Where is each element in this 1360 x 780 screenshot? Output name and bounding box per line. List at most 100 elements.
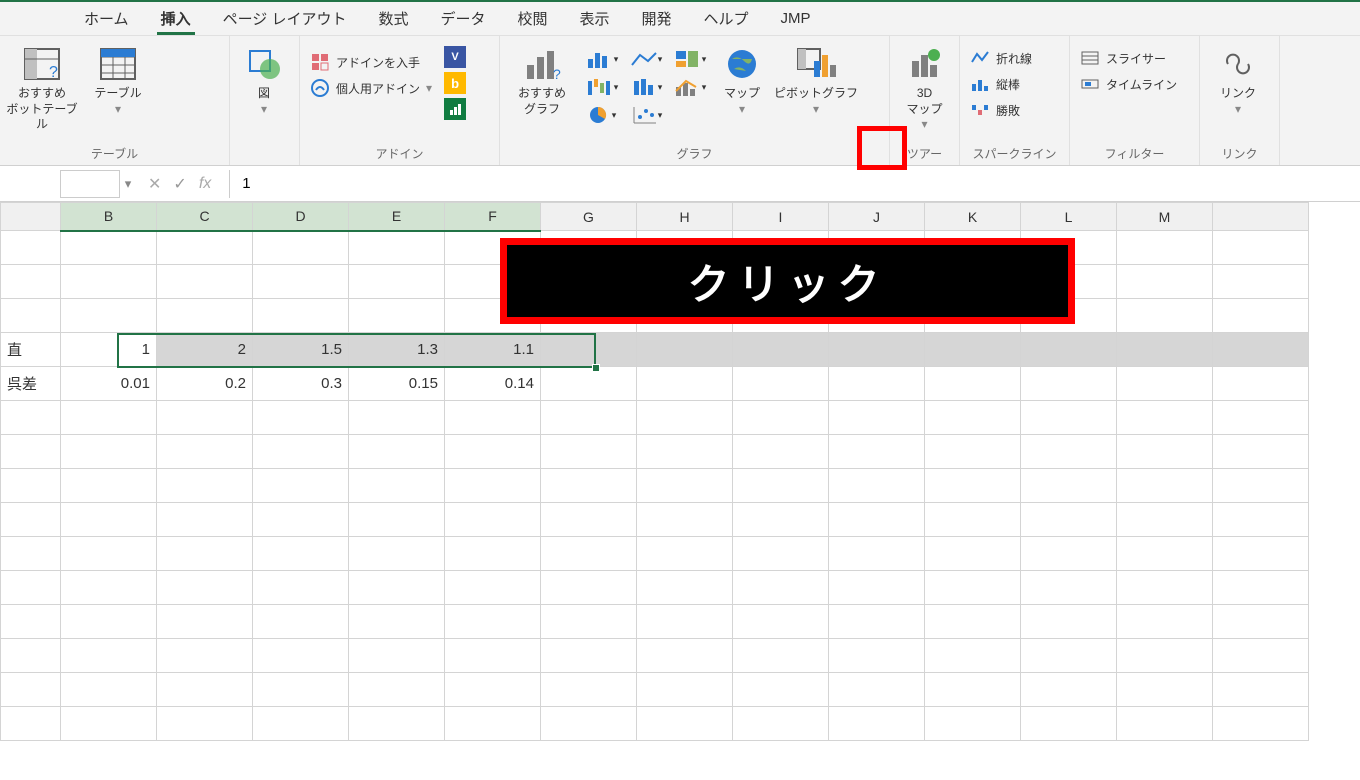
sparkline-winloss-button[interactable]: 勝敗 <box>970 98 1032 122</box>
group-sparklines-label: スパークライン <box>966 145 1063 163</box>
pivotchart-button[interactable]: ピボットグラフ ▾ <box>774 42 858 119</box>
tab-pagelayout[interactable]: ページ レイアウト <box>209 4 361 33</box>
statistic-chart-button[interactable]: ▾ <box>626 74 666 100</box>
col-header-D[interactable]: D <box>253 203 349 231</box>
my-addins-button[interactable]: 個人用アドイン ▾ <box>310 76 432 100</box>
tab-home[interactable]: ホーム <box>70 4 143 33</box>
scatter-chart-button[interactable]: ▾ <box>626 102 666 128</box>
svg-text:?: ? <box>49 64 58 81</box>
link-button[interactable]: リンク ▾ <box>1206 42 1270 119</box>
fx-button[interactable]: fx <box>199 175 211 193</box>
cell[interactable]: 0.2 <box>157 367 253 401</box>
col-header-K[interactable]: K <box>925 203 1021 231</box>
sparkline-winloss-icon <box>970 100 990 120</box>
cell[interactable]: 2 <box>157 333 253 367</box>
cell[interactable]: 0.3 <box>253 367 349 401</box>
recommended-charts-icon: ? <box>523 44 561 84</box>
map-icon <box>724 44 760 84</box>
illustrations-button[interactable]: 図 ▾ <box>236 42 292 119</box>
recommended-charts-label: おすすめ グラフ <box>518 86 566 117</box>
col-header-A[interactable] <box>1 203 61 231</box>
cell[interactable]: 0.15 <box>349 367 445 401</box>
group-charts-label: グラフ <box>506 145 883 163</box>
col-header-C[interactable]: C <box>157 203 253 231</box>
col-header-F[interactable]: F <box>445 203 541 231</box>
recommended-charts-button[interactable]: ? おすすめ グラフ <box>506 42 578 119</box>
table-row <box>1 707 1309 741</box>
col-header-I[interactable]: I <box>733 203 829 231</box>
chevron-down-icon: ▾ <box>1235 102 1241 118</box>
visio-icon[interactable]: V <box>444 46 466 68</box>
3d-map-label: 3D マップ <box>906 86 942 117</box>
chevron-down-icon: ▾ <box>921 117 927 133</box>
timeline-icon <box>1080 74 1100 94</box>
row-label[interactable]: 呉差 <box>1 367 61 401</box>
row-label[interactable]: 直 <box>1 333 61 367</box>
link-label: リンク <box>1220 86 1256 102</box>
group-filters: スライサー タイムライン フィルター <box>1070 36 1200 165</box>
people-graph-icon[interactable] <box>444 98 466 120</box>
table-icon <box>99 44 137 84</box>
tab-insert[interactable]: 挿入 <box>147 4 205 33</box>
sparkline-column-button[interactable]: 縦棒 <box>970 72 1032 96</box>
recommended-pivot-button[interactable]: ? おすすめ ボットテーブル <box>6 42 78 135</box>
link-icon <box>1220 44 1256 84</box>
maps-button[interactable]: マップ ▾ <box>714 42 770 119</box>
table-row <box>1 639 1309 673</box>
sparkline-line-icon <box>970 48 990 68</box>
col-header-M[interactable]: M <box>1117 203 1213 231</box>
tab-data[interactable]: データ <box>426 4 499 33</box>
table-button[interactable]: テーブル ▾ <box>82 42 154 119</box>
chevron-down-icon: ▾ <box>115 102 121 118</box>
tab-help[interactable]: ヘルプ <box>690 4 763 33</box>
tab-review[interactable]: 校閲 <box>503 4 561 33</box>
col-header-B[interactable]: B <box>61 203 157 231</box>
cell[interactable]: 1.5 <box>253 333 349 367</box>
slicer-button[interactable]: スライサー <box>1080 46 1177 70</box>
table-row: 呉差 0.01 0.2 0.3 0.15 0.14 <box>1 367 1309 401</box>
column-headers[interactable]: B C D E F G H I J K L M <box>1 203 1309 231</box>
my-addins-icon <box>310 78 330 98</box>
table-row <box>1 503 1309 537</box>
tab-jmp[interactable]: JMP <box>767 6 825 31</box>
table-row <box>1 605 1309 639</box>
recommended-pivot-label: おすすめ ボットテーブル <box>6 86 78 133</box>
table-row <box>1 469 1309 503</box>
waterfall-chart-button[interactable]: ▾ <box>582 74 622 100</box>
formula-input[interactable] <box>229 170 1360 198</box>
bing-icon[interactable]: b <box>444 72 466 94</box>
name-box[interactable] <box>60 170 120 198</box>
group-links: リンク ▾ リンク <box>1200 36 1280 165</box>
column-chart-button[interactable]: ▾ <box>582 46 622 72</box>
shapes-icon <box>246 44 282 84</box>
get-addins-button[interactable]: アドインを入手 <box>310 50 432 74</box>
cell[interactable]: 1.1 <box>445 333 541 367</box>
pivot-table-icon: ? <box>23 44 61 84</box>
col-header-J[interactable]: J <box>829 203 925 231</box>
table-row: 直 1 2 1.5 1.3 1.1 <box>1 333 1309 367</box>
cancel-formula-button[interactable]: ✕ <box>148 174 161 194</box>
col-header-L[interactable]: L <box>1021 203 1117 231</box>
line-chart-button[interactable]: ▾ <box>626 46 666 72</box>
combo-chart-button[interactable]: ▾ <box>670 74 710 100</box>
tab-developer[interactable]: 開発 <box>628 4 686 33</box>
table-row <box>1 673 1309 707</box>
cell[interactable]: 0.01 <box>61 367 157 401</box>
timeline-button[interactable]: タイムライン <box>1080 72 1177 96</box>
sparkline-line-button[interactable]: 折れ線 <box>970 46 1032 70</box>
hierarchy-chart-button[interactable]: ▾ <box>670 46 710 72</box>
cell[interactable]: 1.3 <box>349 333 445 367</box>
cell[interactable]: 1 <box>61 333 157 367</box>
col-header-H[interactable]: H <box>637 203 733 231</box>
3d-map-button[interactable]: 3D マップ ▾ <box>896 42 953 135</box>
click-callout-annotation: クリック <box>500 238 1075 324</box>
cell[interactable]: 0.14 <box>445 367 541 401</box>
enter-formula-button[interactable]: ✓ <box>173 174 186 194</box>
group-tables-label: テーブル <box>6 145 223 163</box>
col-header-G[interactable]: G <box>541 203 637 231</box>
tab-formulas[interactable]: 数式 <box>364 4 422 33</box>
pie-chart-button[interactable]: ▾ <box>582 102 622 128</box>
col-header-E[interactable]: E <box>349 203 445 231</box>
name-box-dropdown[interactable]: ▾ <box>120 176 136 192</box>
tab-view[interactable]: 表示 <box>566 4 624 33</box>
